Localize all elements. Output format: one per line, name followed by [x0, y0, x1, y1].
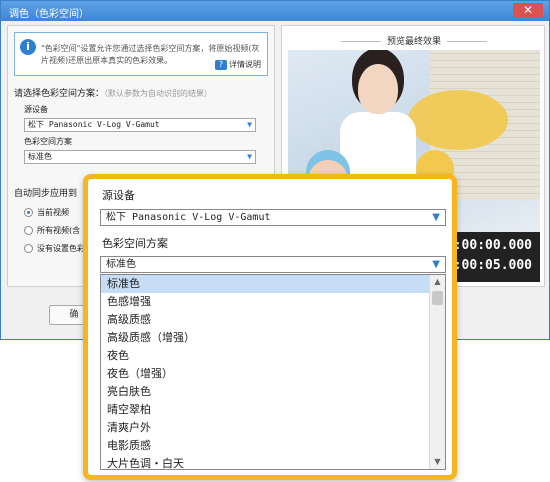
- close-button[interactable]: ✕: [513, 3, 543, 18]
- choose-hint: （默认参数为自动识别的结果）: [104, 89, 213, 98]
- dropdown-scrollbar[interactable]: ▲ ▼: [429, 275, 445, 469]
- popup-scheme-select[interactable]: 标准色 ▼: [100, 256, 446, 273]
- chevron-down-icon: ▼: [247, 120, 252, 129]
- dropdown-option[interactable]: 高级质感: [101, 311, 431, 329]
- radio-unset-videos[interactable]: 没有设置色彩: [24, 243, 85, 254]
- scheme-label: 色彩空间方案: [24, 137, 72, 146]
- person-head: [358, 64, 398, 114]
- popup-scheme-value: 标准色: [106, 259, 136, 270]
- radio-button[interactable]: [24, 208, 33, 217]
- dropdown-option[interactable]: 夜色（增强）: [101, 365, 431, 383]
- help-link[interactable]: ? 详情说明: [215, 59, 261, 70]
- titlebar: 调色（色彩空间） ✕: [1, 1, 549, 21]
- dropdown-option[interactable]: 电影质感: [101, 437, 431, 455]
- dropdown-option[interactable]: 夜色: [101, 347, 431, 365]
- radio-label: 没有设置色彩: [37, 244, 85, 253]
- scroll-thumb[interactable]: [432, 291, 443, 305]
- zoomed-callout: 源设备 松下 Panasonic V-Log V-Gamut ▼ 色彩空间方案 …: [83, 174, 457, 480]
- radio-label: 当前视频: [37, 208, 69, 217]
- info-box: i "色彩空间"设置允许您通过选择色彩空间方案，将原始视频(灰片视频)还原出原本…: [14, 32, 268, 76]
- dropdown-option[interactable]: 色感增强: [101, 293, 431, 311]
- scheme-value: 标准色: [28, 152, 52, 161]
- popup-source-value: 松下 Panasonic V-Log V-Gamut: [106, 212, 271, 223]
- chevron-down-icon: ▼: [432, 212, 440, 223]
- choose-label-text: 请选择色彩空间方案：: [14, 89, 105, 99]
- radio-button[interactable]: [24, 244, 33, 253]
- dropdown-option[interactable]: 晴空翠柏: [101, 401, 431, 419]
- source-device-value: 松下 Panasonic V-Log V-Gamut: [28, 120, 160, 129]
- dropdown-option[interactable]: 清爽户外: [101, 419, 431, 437]
- source-device-select[interactable]: 松下 Panasonic V-Log V-Gamut ▼: [24, 118, 256, 132]
- dropdown-option[interactable]: 亮白肤色: [101, 383, 431, 401]
- help-label: 详情说明: [229, 60, 261, 69]
- dropdown-option[interactable]: 标准色: [101, 275, 431, 293]
- scheme-dropdown-list: 标准色 色感增强 高级质感 高级质感（增强） 夜色 夜色（增强） 亮白肤色 晴空…: [100, 274, 446, 470]
- cartoon-figure: [408, 90, 508, 150]
- choose-scheme-label: 请选择色彩空间方案：（默认参数为自动识别的结果）: [14, 86, 212, 99]
- sync-label: 自动同步应用到: [14, 189, 78, 199]
- popup-scheme-label: 色彩空间方案: [102, 237, 168, 250]
- popup-source-select[interactable]: 松下 Panasonic V-Log V-Gamut ▼: [100, 209, 446, 226]
- popup-source-label: 源设备: [102, 189, 135, 202]
- dropdown-option[interactable]: 高级质感（增强）: [101, 329, 431, 347]
- radio-label: 所有视频(含: [37, 226, 81, 235]
- chevron-down-icon: ▼: [432, 259, 440, 270]
- scroll-up-icon[interactable]: ▲: [430, 275, 445, 289]
- window-title: 调色（色彩空间）: [9, 9, 89, 20]
- radio-all-videos[interactable]: 所有视频(含: [24, 225, 80, 236]
- source-device-label: 源设备: [24, 105, 48, 114]
- scheme-select[interactable]: 标准色 ▼: [24, 150, 256, 164]
- radio-current-video[interactable]: 当前视频: [24, 207, 69, 218]
- chevron-down-icon: ▼: [247, 152, 252, 161]
- info-icon: i: [20, 39, 36, 55]
- dropdown-option[interactable]: 大片色调・白天: [101, 455, 431, 469]
- scroll-down-icon[interactable]: ▼: [430, 455, 445, 469]
- preview-title: 预览最终效果: [282, 34, 546, 47]
- help-icon: ?: [215, 60, 227, 70]
- radio-button[interactable]: [24, 226, 33, 235]
